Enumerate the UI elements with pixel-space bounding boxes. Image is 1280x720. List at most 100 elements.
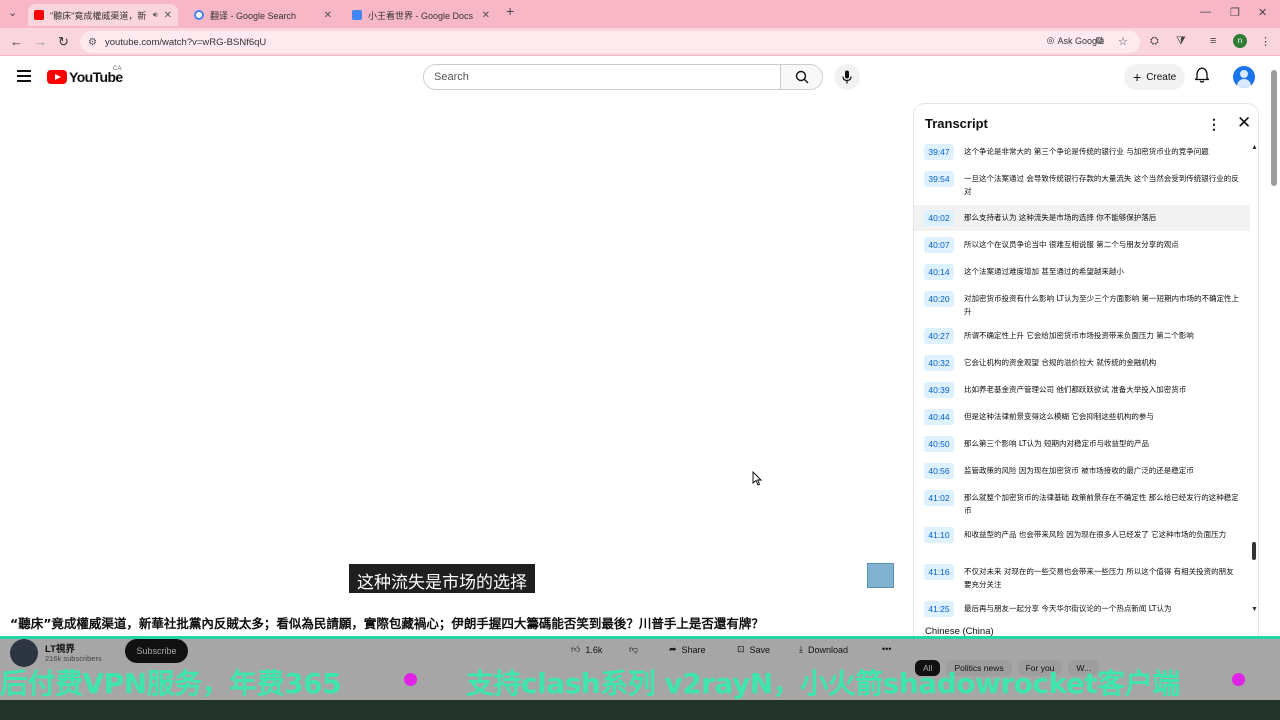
transcript-segment[interactable]: 40:44 但是这种法律前景变得这么模糊 它会抑制这些机构的参与 — [914, 409, 1250, 425]
more-options-icon[interactable]: ⋮ — [1207, 116, 1221, 133]
transcript-segment[interactable]: 40:50 那么第三个影响 LT认为 短期内对稳定币与收益型的产品 — [914, 436, 1250, 452]
transcript-timestamp[interactable]: 40:56 — [924, 463, 954, 479]
ad-dot-icon — [404, 673, 417, 686]
lens-icon: ◎ — [1046, 35, 1055, 45]
video-player[interactable] — [0, 98, 905, 602]
transcript-timestamp[interactable]: 41:02 — [924, 490, 954, 506]
transcript-segment[interactable]: 40:14 这个法案通过难度增加 甚至通过的希望越来越小 — [914, 264, 1250, 280]
close-tab-icon[interactable]: ✕ — [324, 10, 332, 21]
menu-hamburger-icon[interactable] — [17, 70, 31, 82]
transcript-timestamp[interactable]: 41:16 — [924, 564, 954, 580]
reload-icon[interactable]: ↻ — [58, 34, 69, 50]
transcript-timestamp[interactable]: 40:44 — [924, 409, 954, 425]
forward-icon[interactable]: → — [34, 34, 47, 49]
restore-icon[interactable]: ❐ — [1230, 6, 1240, 19]
transcript-text: 那么支持者认为 这种流失是市场的选择 你不能够保护落后 — [964, 213, 1157, 222]
youtube-favicon-icon — [34, 10, 44, 20]
docs-favicon-icon — [352, 10, 362, 20]
transcript-list: 39:47 这个争论是非常大的 第三个争论是传统的银行业 与加密货币业的竞争问题 3… — [914, 144, 1250, 620]
tab-title: 小王看世界 - Google Docs — [368, 10, 474, 21]
close-icon[interactable]: ✕ — [1237, 113, 1251, 133]
ad-banner-footer — [0, 700, 1280, 720]
transcript-text: 那么第三个影响 LT认为 短期内对稳定币与收益型的产品 — [964, 439, 1149, 448]
create-button[interactable]: + Create — [1124, 64, 1186, 90]
transcript-timestamp[interactable]: 41:25 — [924, 601, 954, 617]
transcript-scrollbar[interactable]: ▲ ▼ — [1250, 144, 1258, 624]
transcript-text: 一旦这个法案通过 会导致传统银行存款的大量流失 这个当然会受到传统银行业的反对 — [964, 174, 1239, 196]
audio-icon[interactable]: 🔊︎ — [153, 10, 158, 20]
youtube-logo[interactable]: YouTube CA — [47, 66, 123, 85]
transcript-title: Transcript — [925, 116, 988, 131]
chrome-menu-icon[interactable]: ⋮ — [1260, 35, 1271, 48]
transcript-timestamp[interactable]: 39:54 — [924, 171, 954, 187]
transcript-timestamp[interactable]: 40:50 — [924, 436, 954, 452]
transcript-segment[interactable]: 39:47 这个争论是非常大的 第三个争论是传统的银行业 与加密货币业的竞争问题 — [914, 144, 1250, 160]
transcript-segment[interactable]: 40:20 对加密货币投资有什么影响 LT认为至少三个方面影响 第一短期内市场的不… — [914, 291, 1250, 318]
transcript-text: 所谓不确定性上升 它会给加密货币市场投资带来负面压力 第二个影响 — [964, 331, 1194, 340]
translate-extension-icon[interactable]: ⛭ — [1150, 35, 1159, 48]
transcript-text: 所以这个在议员争论当中 很难互相说服 第二个与朋友分享的观点 — [964, 240, 1179, 249]
browser-tab-google-search[interactable]: 翻译 - Google Search ✕ — [188, 4, 338, 26]
video-title: “聽床”竟成權威渠道，新華社批黨內反賊太多；看似為民請願，實際包藏禍心；伊朗手握… — [10, 616, 764, 631]
ad-dot-icon — [1232, 673, 1245, 686]
transcript-timestamp[interactable]: 40:27 — [924, 328, 954, 344]
transcript-timestamp[interactable]: 39:47 — [924, 144, 954, 160]
address-bar[interactable]: ⚙︎ youtube.com/watch?v=wRG-BSNf6qU — [80, 31, 1140, 53]
transcript-timestamp[interactable]: 41:10 — [924, 527, 954, 543]
close-tab-icon[interactable]: ✕ — [164, 10, 172, 21]
browser-toolbar: ← → ↻ ⚙︎ youtube.com/watch?v=wRG-BSNf6qU… — [0, 28, 1280, 56]
transcript-timestamp[interactable]: 40:32 — [924, 355, 954, 371]
media-controls-icon[interactable]: ≡ — [1210, 35, 1216, 47]
browser-tab-google-docs[interactable]: 小王看世界 - Google Docs ✕ — [346, 4, 496, 26]
transcript-text: 这个争论是非常大的 第三个争论是传统的银行业 与加密货币业的竞争问题 — [964, 147, 1209, 156]
scroll-up-icon[interactable]: ▲ — [1251, 144, 1258, 151]
back-icon[interactable]: ← — [10, 34, 23, 49]
tab-list-chevron-icon[interactable]: ⌄ — [8, 6, 17, 19]
overlay-thumbnail[interactable] — [867, 563, 894, 588]
close-tab-icon[interactable]: ✕ — [482, 10, 490, 21]
bookmark-star-icon[interactable]: ☆ — [1118, 35, 1128, 48]
video-subtitle: 这种流失是市场的选择 — [349, 564, 535, 593]
extensions-icon[interactable]: ⧩ — [1176, 35, 1186, 48]
transcript-text: 监管政策的风险 因为现在加密货币 被市场接收的最广泛的还是稳定币 — [964, 466, 1194, 475]
transcript-segment[interactable]: 39:54 一旦这个法案通过 会导致传统银行存款的大量流失 这个当然会受到传统银行… — [914, 171, 1250, 198]
mouse-cursor-icon — [752, 471, 762, 486]
transcript-segment[interactable]: 41:02 那么就整个加密货币的法律基础 政策前景存在不确定性 那么给已经发行的这… — [914, 490, 1250, 517]
tab-title: "聽床"竟成權威渠道，新華社... — [50, 10, 147, 21]
search-input[interactable] — [424, 65, 780, 89]
page-scrollbar[interactable] — [1268, 56, 1280, 720]
minimize-icon[interactable]: — — [1200, 6, 1211, 18]
browser-tab-youtube[interactable]: "聽床"竟成權威渠道，新華社... 🔊︎ ✕ — [28, 4, 178, 26]
account-avatar[interactable] — [1233, 66, 1255, 88]
transcript-segment[interactable]: 41:10 和收益型的产品 也会带来风险 因为现在很多人已经发了 它这种市场的负面… — [914, 527, 1250, 543]
search-button[interactable] — [780, 65, 822, 89]
close-window-icon[interactable]: ✕ — [1258, 6, 1267, 19]
search-box — [423, 64, 823, 90]
transcript-segment[interactable]: 40:56 监管政策的风险 因为现在加密货币 被市场接收的最广泛的还是稳定币 — [914, 463, 1250, 479]
scroll-down-icon[interactable]: ▼ — [1251, 606, 1258, 613]
transcript-text: 它会让机构的资金观望 合规的溢价拉大 就传统的金融机构 — [964, 358, 1157, 367]
transcript-timestamp[interactable]: 40:20 — [924, 291, 954, 307]
browser-tab-bar: ⌄ "聽床"竟成權威渠道，新華社... 🔊︎ ✕ 翻译 - Google Sea… — [0, 0, 1280, 28]
transcript-segment[interactable]: 41:25 最后再与朋友一起分享 今天华尔街议论的一个热点新闻 LT认为 — [914, 601, 1250, 617]
transcript-timestamp[interactable]: 40:14 — [924, 264, 954, 280]
transcript-timestamp[interactable]: 40:07 — [924, 237, 954, 253]
transcript-text: 比如养老基金资产管理公司 他们都跃跃欲试 准备大举投入加密货币 — [964, 385, 1187, 394]
transcript-segment[interactable]: 40:27 所谓不确定性上升 它会给加密货币市场投资带来负面压力 第二个影响 — [914, 328, 1250, 344]
transcript-text: 那么就整个加密货币的法律基础 政策前景存在不确定性 那么给已经发行的这种稳定币 — [964, 493, 1239, 515]
notifications-bell-icon[interactable] — [1193, 67, 1211, 88]
site-info-icon[interactable]: ⚙︎ — [88, 37, 97, 48]
transcript-segment[interactable]: 40:32 它会让机构的资金观望 合规的溢价拉大 就传统的金融机构 — [914, 355, 1250, 371]
transcript-segment[interactable]: 40:07 所以这个在议员争论当中 很难互相说服 第二个与朋友分享的观点 — [914, 237, 1250, 253]
transcript-segment[interactable]: 41:16 不仅对未来 对现在的一些交易也会带来一些压力 所以这个值得 有相关投资… — [914, 564, 1250, 591]
new-tab-button[interactable]: + — [506, 3, 514, 19]
install-app-icon[interactable]: ⧉ — [1096, 35, 1104, 48]
transcript-timestamp[interactable]: 40:39 — [924, 382, 954, 398]
transcript-segment[interactable]: 40:39 比如养老基金资产管理公司 他们都跃跃欲试 准备大举投入加密货币 — [914, 382, 1250, 398]
transcript-timestamp[interactable]: 40:02 — [924, 210, 954, 226]
url-text[interactable]: youtube.com/watch?v=wRG-BSNf6qU — [105, 37, 266, 48]
scroll-thumb[interactable] — [1252, 542, 1256, 560]
voice-search-button[interactable] — [834, 64, 860, 90]
profile-avatar[interactable]: n — [1233, 34, 1247, 48]
transcript-segment[interactable]: 40:02 那么支持者认为 这种流失是市场的选择 你不能够保护落后 — [914, 205, 1250, 231]
